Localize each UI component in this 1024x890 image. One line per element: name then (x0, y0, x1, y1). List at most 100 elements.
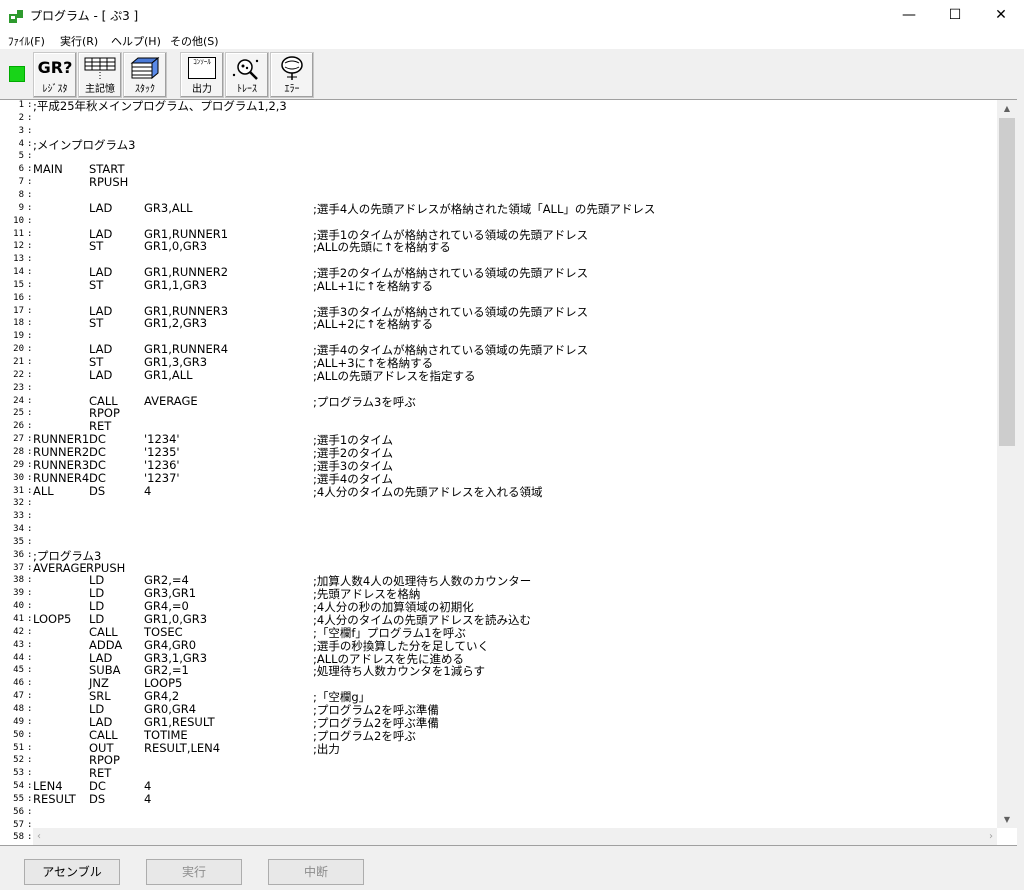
line-separator: : (27, 691, 33, 702)
trace-button[interactable]: ﾄﾚｰｽ (225, 52, 269, 98)
line-number: 30 (13, 472, 24, 483)
error-button[interactable]: ｴﾗｰ (270, 52, 314, 98)
console-icon: ｺﾝｿｰﾙ (181, 55, 223, 81)
line-number: 24 (13, 395, 24, 406)
stack-label: ｽﾀｯｸ (135, 84, 155, 95)
status-indicator (9, 66, 25, 82)
assemble-button[interactable]: アセンブル (24, 859, 120, 885)
code-comment: ;処理待ち人数カウンタを1減らす (313, 664, 485, 679)
memory-button[interactable]: 主記憶 (78, 52, 122, 98)
line-separator: : (27, 472, 33, 483)
line-separator: : (27, 768, 33, 779)
line-separator: : (27, 575, 33, 586)
line-number: 1 (18, 100, 24, 110)
line-separator: : (27, 485, 33, 496)
line-separator: : (27, 151, 33, 162)
maximize-button[interactable]: ☐ (932, 0, 978, 31)
vertical-scrollbar[interactable]: ▲ ▼ (997, 100, 1017, 828)
stack-icon (130, 56, 160, 80)
line-number: 42 (13, 626, 24, 637)
line-separator: : (27, 138, 33, 149)
menu-other[interactable]: その他(S) (170, 33, 219, 49)
code-operand: GR1,1,GR3 (144, 277, 208, 292)
code-operand: 4 (144, 483, 152, 498)
line-separator: : (27, 665, 33, 676)
code-operand: GR1,2,GR3 (144, 316, 208, 331)
code-opcode: ST (89, 316, 104, 331)
line-number: 36 (13, 549, 24, 560)
scroll-up-icon[interactable]: ▲ (997, 100, 1017, 117)
line-number: 6 (18, 164, 24, 175)
line-separator: : (27, 536, 33, 547)
line-separator: : (27, 164, 33, 175)
line-separator: : (27, 254, 33, 265)
menu-file[interactable]: ﾌｧｲﾙ(F) (8, 33, 45, 49)
code-comment: ;メインプログラム3 (33, 137, 136, 152)
line-number: 45 (13, 665, 24, 676)
line-separator: : (27, 382, 33, 393)
line-separator: : (27, 601, 33, 612)
line-separator: : (27, 267, 33, 278)
scroll-down-icon[interactable]: ▼ (997, 811, 1017, 828)
line-number: 47 (13, 691, 24, 702)
code-opcode: ST (89, 277, 104, 292)
line-separator: : (27, 562, 33, 573)
minimize-button[interactable]: — (886, 0, 932, 31)
line-number: 55 (13, 793, 24, 804)
output-button[interactable]: ｺﾝｿｰﾙ 出力 (180, 52, 224, 98)
code-opcode: ST (89, 239, 104, 254)
stop-button[interactable]: 中断 (268, 859, 364, 885)
line-number: 29 (13, 459, 24, 470)
code-comment: ;ALL+1に↑を格納する (313, 278, 434, 293)
code-comment: ;出力 (313, 741, 340, 756)
line-number: 3 (18, 125, 24, 136)
grid-icon (84, 57, 116, 80)
scroll-thumb[interactable] (999, 118, 1015, 446)
close-button[interactable]: ✕ (978, 0, 1024, 31)
line-separator: : (27, 228, 33, 239)
title-bar: プログラム - [ ぷ3 ] — ☐ ✕ (0, 0, 1024, 31)
menu-help[interactable]: ヘルプ(H) (111, 33, 161, 49)
code-operand: RESULT,LEN4 (144, 740, 221, 755)
register-button[interactable]: GR? ﾚｼﾞｽﾀ (33, 52, 77, 98)
line-separator: : (27, 716, 33, 727)
trace-icon (232, 59, 259, 80)
line-separator: : (27, 793, 33, 804)
scroll-left-icon[interactable]: ‹ (37, 828, 41, 845)
error-label: ｴﾗｰ (284, 84, 300, 95)
scroll-right-icon[interactable]: › (989, 828, 993, 845)
error-icon (281, 56, 303, 80)
register-label: ﾚｼﾞｽﾀ (42, 84, 68, 95)
line-separator: : (27, 614, 33, 624)
code-operand: GR1,0,GR3 (144, 239, 208, 254)
code-comment: ;4人分のタイムの先頭アドレスを入れる領域 (313, 484, 543, 499)
code-comment: ;ALL+2に↑を格納する (313, 317, 434, 332)
line-number: 50 (13, 729, 24, 740)
code-label: AVERAGE (33, 560, 87, 575)
code-editor[interactable]: 1:2:3:4:5:6:7:8:9:10:11:12:13:14:15:16:1… (0, 99, 1017, 846)
line-number: 56 (13, 806, 24, 817)
code-comment: ;平成25年秋メインプログラム、プログラム1,2,3 (33, 99, 287, 113)
line-number: 8 (18, 189, 24, 200)
line-number: 39 (13, 588, 24, 599)
horizontal-scrollbar[interactable]: ‹ › (33, 828, 997, 845)
code-operand: GR3,ALL (144, 200, 193, 215)
code-operand: GR1,ALL (144, 367, 193, 382)
line-separator: : (27, 511, 33, 522)
line-separator: : (27, 703, 33, 714)
line-number: 26 (13, 421, 24, 432)
line-number: 38 (13, 575, 24, 586)
line-separator: : (27, 395, 33, 406)
line-number: 12 (13, 241, 24, 252)
menu-run[interactable]: 実行(R) (60, 33, 98, 49)
stack-button[interactable]: ｽﾀｯｸ (123, 52, 167, 98)
run-button[interactable]: 実行 (146, 859, 242, 885)
line-separator: : (27, 819, 33, 830)
line-number: 4 (18, 138, 24, 149)
line-number: 15 (13, 279, 24, 290)
line-number: 23 (13, 382, 24, 393)
line-separator: : (27, 639, 33, 650)
line-number: 7 (18, 177, 24, 188)
line-number: 10 (13, 215, 24, 226)
line-number: 41 (13, 614, 24, 624)
